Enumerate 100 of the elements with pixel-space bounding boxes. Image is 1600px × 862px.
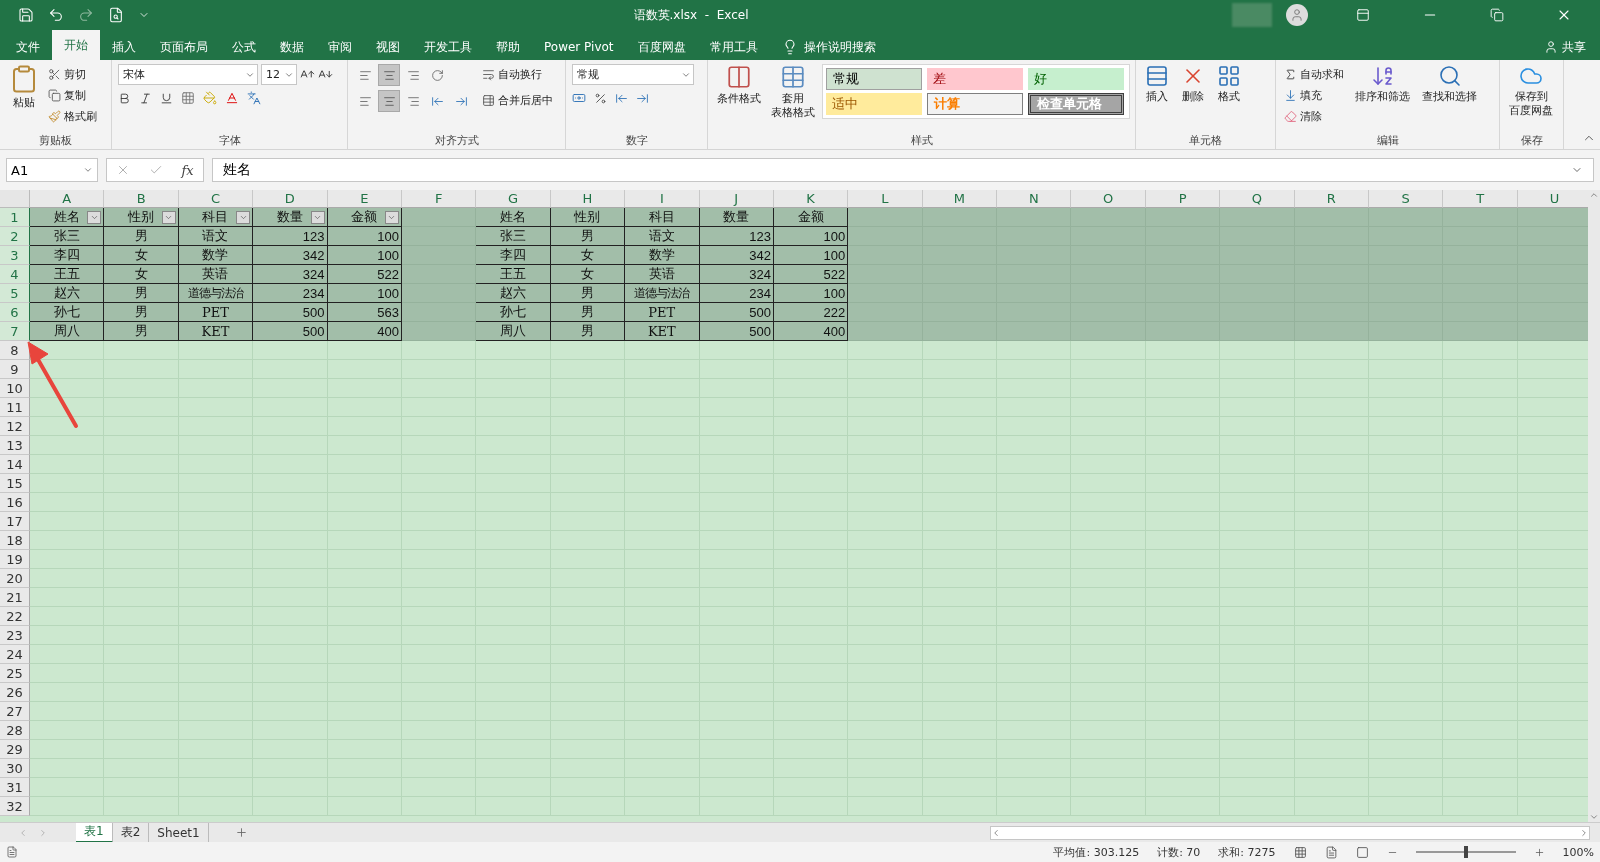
underline-icon[interactable] — [160, 91, 173, 105]
column-header[interactable]: G — [476, 190, 551, 208]
percent-icon[interactable] — [594, 91, 607, 105]
insert-cells-button[interactable]: 插入 — [1142, 64, 1172, 104]
scroll-down-icon[interactable] — [1589, 812, 1599, 822]
find-select-button[interactable]: 查找和选择 — [1419, 64, 1480, 104]
column-header[interactable]: T — [1443, 190, 1518, 208]
row-header[interactable]: 30 — [0, 759, 30, 778]
fill-color-icon[interactable] — [203, 91, 217, 105]
row-header[interactable]: 5 — [0, 284, 30, 303]
column-header[interactable]: M — [922, 190, 998, 208]
column-header[interactable]: R — [1294, 190, 1370, 208]
row-header[interactable]: 21 — [0, 588, 30, 607]
page-break-icon[interactable] — [1355, 845, 1369, 859]
row-header[interactable]: 2 — [0, 227, 30, 246]
clear-button[interactable]: 清除 — [1282, 106, 1346, 126]
row-header[interactable]: 15 — [0, 474, 30, 493]
row-header[interactable]: 24 — [0, 645, 30, 664]
print-preview-icon[interactable] — [108, 7, 124, 23]
sheet-tab[interactable]: 表1 — [76, 822, 113, 843]
row-header[interactable]: 29 — [0, 740, 30, 759]
redo-icon[interactable] — [78, 7, 94, 23]
column-header[interactable]: H — [550, 190, 626, 208]
row-header[interactable]: 20 — [0, 569, 30, 588]
conditional-format-button[interactable]: 条件格式 — [714, 64, 764, 106]
wrap-text-button[interactable]: 自动换行 — [480, 64, 555, 84]
scroll-up-icon[interactable] — [1589, 190, 1599, 200]
column-header[interactable]: I — [625, 190, 700, 208]
align-right-icon[interactable] — [406, 94, 420, 108]
row-header[interactable]: 23 — [0, 626, 30, 645]
tell-me-search[interactable]: 操作说明搜索 — [803, 38, 876, 56]
column-header[interactable]: E — [327, 190, 402, 208]
format-cells-button[interactable]: 格式 — [1214, 64, 1244, 104]
cell-style-option[interactable]: 好 — [1028, 68, 1124, 90]
row-header[interactable]: 27 — [0, 702, 30, 721]
increase-indent-icon[interactable] — [454, 94, 468, 108]
font-color-icon[interactable] — [225, 91, 239, 105]
font-size-field[interactable]: 12 — [261, 64, 297, 85]
column-header[interactable]: C — [178, 190, 254, 208]
top-align-icon[interactable] — [358, 68, 372, 82]
merge-center-button[interactable]: 合并后居中 — [480, 90, 555, 110]
column-header[interactable]: D — [253, 190, 328, 208]
row-header[interactable]: 31 — [0, 778, 30, 797]
row-header[interactable]: 3 — [0, 246, 30, 265]
orientation-icon[interactable] — [430, 68, 444, 82]
avatar-icon[interactable] — [1286, 4, 1308, 26]
save-icon[interactable] — [18, 7, 34, 23]
row-header[interactable]: 6 — [0, 303, 30, 322]
menu-tab[interactable]: 插入 — [100, 34, 148, 60]
borders-icon[interactable] — [181, 91, 195, 105]
align-left-icon[interactable] — [358, 94, 372, 108]
column-header[interactable]: L — [848, 190, 923, 208]
row-header[interactable]: 17 — [0, 512, 30, 531]
filter-dropdown-button[interactable] — [236, 211, 251, 224]
column-header[interactable]: J — [699, 190, 774, 208]
filter-dropdown-button[interactable] — [87, 211, 102, 224]
increase-decimal-icon[interactable] — [615, 91, 628, 105]
row-header[interactable]: 18 — [0, 531, 30, 550]
cut-button[interactable]: 剪切 — [46, 64, 99, 84]
undo-icon[interactable] — [48, 7, 64, 23]
filter-dropdown-button[interactable] — [161, 211, 176, 224]
row-header[interactable]: 11 — [0, 398, 30, 417]
column-header[interactable]: N — [997, 190, 1072, 208]
column-header[interactable]: U — [1517, 190, 1588, 208]
insert-function-button[interactable]: fx — [181, 162, 194, 178]
menu-tab[interactable]: 常用工具 — [697, 34, 770, 60]
row-header[interactable]: 22 — [0, 607, 30, 626]
filter-dropdown-button[interactable] — [310, 211, 325, 224]
share-button[interactable]: 共享 — [1562, 38, 1586, 56]
font-name-field[interactable]: 宋体 — [118, 64, 258, 85]
column-header[interactable]: Q — [1220, 190, 1295, 208]
menu-tab[interactable]: 文件 — [4, 34, 52, 60]
row-header[interactable]: 28 — [0, 721, 30, 740]
fill-button[interactable]: 填充 — [1282, 85, 1346, 105]
menu-tab[interactable]: 视图 — [364, 34, 412, 60]
zoom-in-icon[interactable] — [1533, 846, 1545, 858]
currency-icon[interactable] — [572, 91, 586, 105]
column-header[interactable]: B — [104, 190, 179, 208]
sort-filter-button[interactable]: 排序和筛选 — [1352, 64, 1413, 104]
menu-tab[interactable]: 百度网盘 — [625, 34, 698, 60]
row-header[interactable]: 26 — [0, 683, 30, 702]
column-header[interactable]: F — [401, 190, 477, 208]
row-header[interactable]: 1 — [0, 208, 30, 227]
autosum-button[interactable]: 自动求和 — [1282, 64, 1346, 84]
column-header[interactable]: P — [1145, 190, 1221, 208]
menu-tab[interactable]: 数据 — [268, 34, 316, 60]
column-header[interactable]: S — [1369, 190, 1444, 208]
scroll-right-icon[interactable] — [1579, 827, 1589, 838]
bold-icon[interactable] — [118, 91, 131, 105]
scroll-left-icon[interactable] — [991, 827, 1001, 838]
column-header[interactable]: K — [773, 190, 849, 208]
cell-style-option[interactable]: 差 — [927, 68, 1023, 90]
save-to-cloud-button[interactable]: 保存到 百度网盘 — [1506, 64, 1556, 118]
name-box[interactable]: A1 — [6, 158, 98, 182]
phonetic-icon[interactable] — [247, 91, 261, 105]
row-header[interactable]: 8 — [0, 341, 30, 360]
row-header[interactable]: 9 — [0, 360, 30, 379]
menu-tab[interactable]: 开发工具 — [412, 34, 484, 60]
menu-tab[interactable]: 帮助 — [484, 34, 532, 60]
restore-icon[interactable] — [1490, 8, 1504, 22]
